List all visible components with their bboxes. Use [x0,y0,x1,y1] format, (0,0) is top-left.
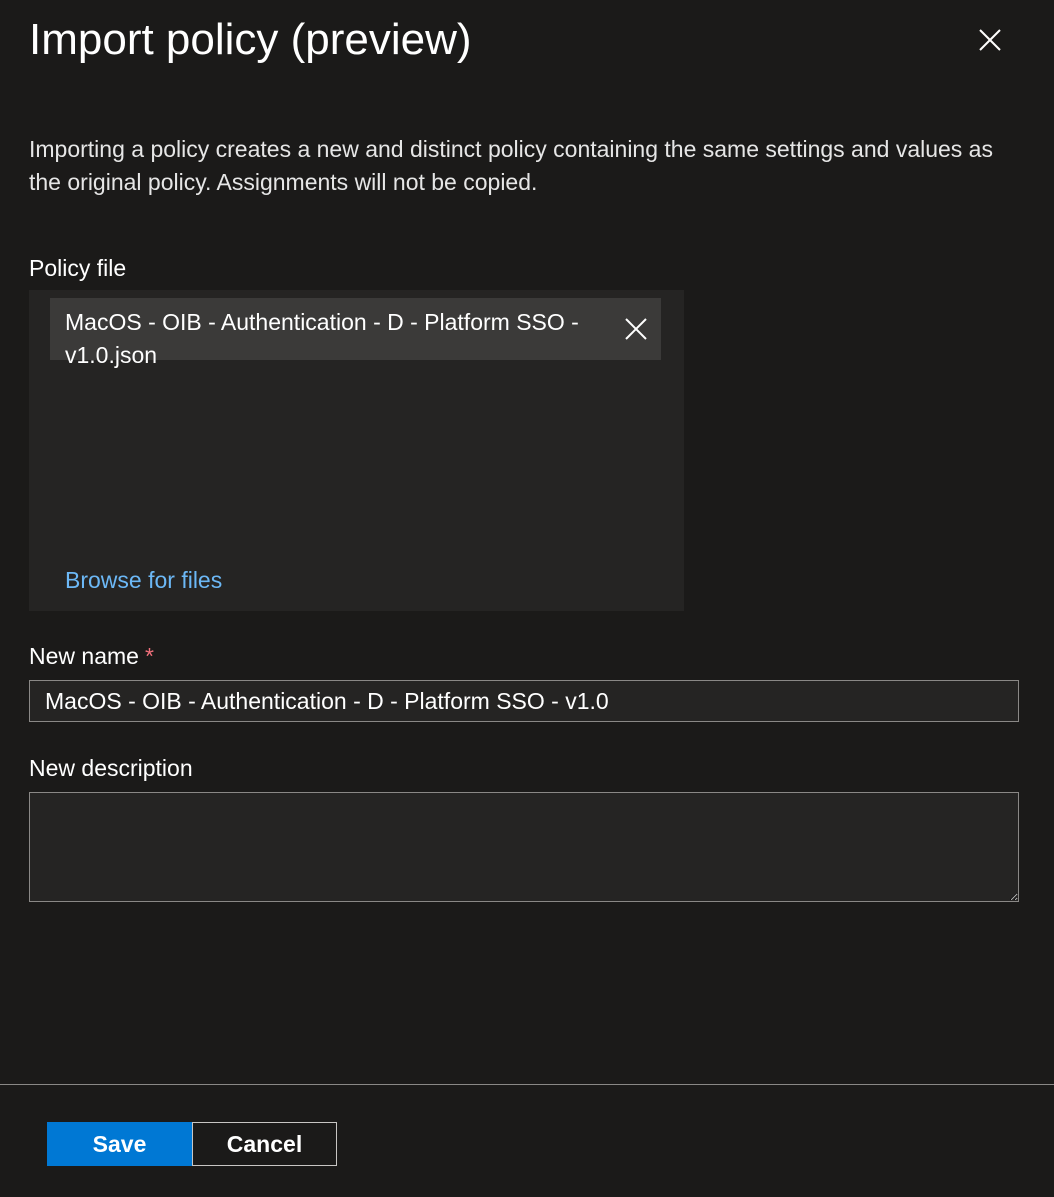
import-policy-panel: Import policy (preview) Importing a poli… [0,0,1054,1197]
new-description-label: New description [29,755,193,781]
panel-description: Importing a policy creates a new and dis… [29,136,993,195]
save-button[interactable]: Save [47,1122,192,1166]
close-button[interactable] [970,20,1010,60]
policy-file-label: Policy file [29,255,127,281]
footer-divider [0,1084,1054,1085]
close-icon [979,29,1001,51]
selected-file-chip: MacOS - OIB - Authentication - D - Platf… [50,298,661,368]
new-name-input[interactable] [29,680,1019,722]
panel-title: Import policy (preview) [29,15,472,64]
close-icon [625,318,647,340]
browse-files-link[interactable]: Browse for files [65,566,222,594]
required-marker: * [144,643,154,669]
selected-file-name: MacOS - OIB - Authentication - D - Platf… [65,309,579,368]
new-name-label: New name * [29,642,154,670]
new-description-textarea[interactable] [29,792,1019,902]
policy-file-dropzone[interactable]: MacOS - OIB - Authentication - D - Platf… [29,290,684,611]
cancel-button[interactable]: Cancel [192,1122,337,1166]
new-name-label-text: New name [29,643,139,669]
remove-file-button[interactable] [622,315,650,343]
